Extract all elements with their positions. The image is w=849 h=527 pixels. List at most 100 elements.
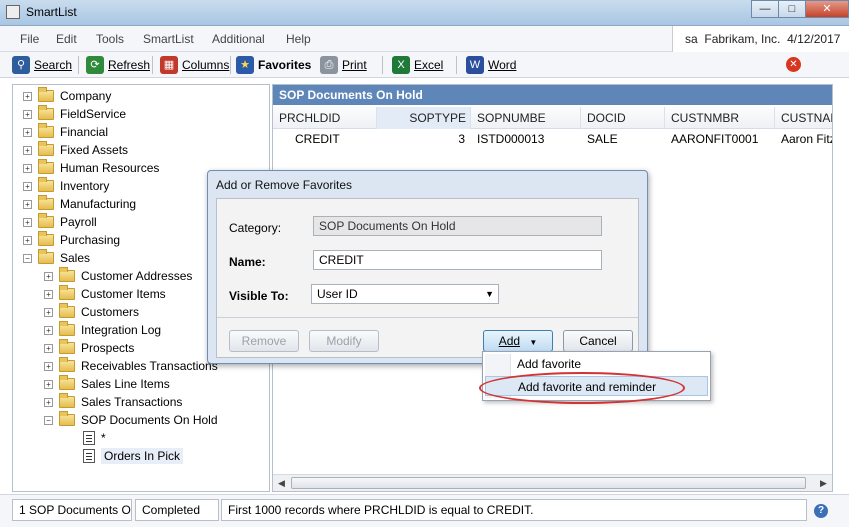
expand-icon[interactable]: + — [44, 343, 53, 353]
modify-button[interactable]: Modify — [309, 330, 379, 352]
scroll-left-icon[interactable]: ◀ — [273, 475, 290, 491]
tree-item-sales-transactions[interactable]: + Sales Transactions — [44, 393, 182, 411]
expand-icon[interactable]: + — [23, 163, 32, 173]
folder-icon — [38, 177, 54, 192]
column-header-docid[interactable]: DOCID — [581, 107, 665, 129]
tree-item-receivables-transactions[interactable]: + Receivables Transactions — [44, 357, 218, 375]
favorites-button[interactable]: ★ Favorites — [236, 56, 311, 74]
word-button[interactable]: W Word — [466, 56, 516, 74]
search-button[interactable]: ⚲ Search — [12, 56, 72, 74]
expand-icon[interactable]: + — [23, 145, 32, 155]
tree-item-payroll[interactable]: + Payroll — [23, 213, 97, 231]
expand-icon[interactable]: + — [23, 91, 32, 101]
expand-icon[interactable]: + — [44, 397, 53, 407]
menu-file[interactable]: File — [20, 32, 39, 46]
tree-item-company[interactable]: + Company — [23, 87, 111, 105]
tree-item-sales[interactable]: − Sales — [23, 249, 90, 267]
tree-item-financial[interactable]: + Financial — [23, 123, 108, 141]
folder-icon — [59, 393, 75, 408]
expand-icon[interactable]: + — [23, 199, 32, 209]
tree-item-default-favorite[interactable]: * — [83, 429, 106, 447]
expand-icon[interactable]: + — [23, 181, 32, 191]
column-header-soptype[interactable]: SOPTYPE — [377, 107, 471, 129]
column-header-custnam[interactable]: CUSTNAM — [775, 107, 832, 129]
tree-item-inventory[interactable]: + Inventory — [23, 177, 109, 195]
tree-item-orders-in-pick[interactable]: Orders In Pick — [83, 447, 184, 465]
menu-item-add-favorite[interactable]: Add favorite — [485, 354, 708, 374]
minimize-button[interactable]: — — [751, 0, 779, 18]
collapse-icon[interactable]: − — [23, 253, 32, 263]
visible-to-select[interactable]: User ID ▼ — [311, 284, 499, 304]
expand-icon[interactable]: + — [23, 127, 32, 137]
column-header-prchldid[interactable]: PRCHLDID — [273, 107, 377, 129]
help-icon[interactable]: ? — [814, 504, 828, 518]
scrollbar-thumb[interactable] — [291, 477, 806, 489]
expand-icon[interactable]: + — [44, 325, 53, 335]
maximize-button[interactable]: □ — [778, 0, 806, 18]
expand-icon[interactable]: + — [23, 109, 32, 119]
expand-icon[interactable]: + — [23, 217, 32, 227]
word-icon: W — [466, 56, 484, 74]
toolbar-separator — [230, 56, 231, 74]
folder-icon — [59, 357, 75, 372]
menu-tools[interactable]: Tools — [96, 32, 124, 46]
expand-icon[interactable]: + — [44, 271, 53, 281]
folder-icon — [38, 159, 54, 174]
menu-edit[interactable]: Edit — [56, 32, 77, 46]
collapse-icon[interactable]: − — [44, 415, 53, 425]
scroll-right-icon[interactable]: ▶ — [815, 475, 832, 491]
cell-sopnumbe: ISTD000013 — [477, 132, 545, 146]
folder-icon — [59, 375, 75, 390]
dialog-title: Add or Remove Favorites — [216, 178, 353, 192]
dialog-divider — [217, 317, 638, 318]
tree-item-customers[interactable]: + Customers — [44, 303, 139, 321]
stop-icon[interactable]: ✕ — [786, 57, 801, 72]
expand-icon[interactable]: + — [44, 379, 53, 389]
company-info[interactable]: sa Fabrikam, Inc. 4/12/2017 — [672, 26, 849, 52]
tree-item-purchasing[interactable]: + Purchasing — [23, 231, 120, 249]
name-field[interactable]: CREDIT — [313, 250, 602, 270]
horizontal-scrollbar[interactable]: ◀ ▶ — [273, 474, 832, 491]
close-window-button[interactable]: ✕ — [805, 0, 849, 18]
tree-item-fixed-assets[interactable]: + Fixed Assets — [23, 141, 128, 159]
menu-help[interactable]: Help — [286, 32, 311, 46]
excel-button[interactable]: X Excel — [392, 56, 443, 74]
tree-item-sop-documents-on-hold[interactable]: − SOP Documents On Hold — [44, 411, 218, 429]
columns-icon: ▦ — [160, 56, 178, 74]
name-label: Name: — [229, 255, 266, 269]
cell-custnmbr: AARONFIT0001 — [671, 132, 759, 146]
folder-icon — [38, 87, 54, 102]
table-row[interactable]: CREDIT 3 ISTD000013 SALE AARONFIT0001 Aa… — [273, 129, 832, 149]
excel-icon: X — [392, 56, 410, 74]
window-controls: — □ ✕ — [751, 0, 849, 18]
tree-item-manufacturing[interactable]: + Manufacturing — [23, 195, 136, 213]
print-button[interactable]: ⎙ Print — [320, 56, 367, 74]
clipboard-icon — [83, 431, 95, 445]
search-icon: ⚲ — [12, 56, 30, 74]
tree-item-human-resources[interactable]: + Human Resources — [23, 159, 159, 177]
refresh-button[interactable]: ⟳ Refresh — [86, 56, 150, 74]
tree-item-fieldservice[interactable]: + FieldService — [23, 105, 126, 123]
column-header-custnmbr[interactable]: CUSTNMBR — [665, 107, 775, 129]
tree-item-customer-items[interactable]: + Customer Items — [44, 285, 166, 303]
folder-icon — [38, 249, 54, 264]
title-bar: SmartList — □ ✕ — [0, 0, 849, 26]
expand-icon[interactable]: + — [44, 361, 53, 371]
menu-additional[interactable]: Additional — [212, 32, 265, 46]
add-button[interactable]: Add ▼ — [483, 330, 553, 352]
cancel-button[interactable]: Cancel — [563, 330, 633, 352]
columns-button[interactable]: ▦ Columns — [160, 56, 229, 74]
folder-icon — [59, 267, 75, 282]
expand-icon[interactable]: + — [44, 289, 53, 299]
tree-item-integration-log[interactable]: + Integration Log — [44, 321, 161, 339]
expand-icon[interactable]: + — [44, 307, 53, 317]
folder-icon — [59, 411, 75, 426]
cell-prchldid: CREDIT — [295, 132, 340, 146]
menu-smartlist[interactable]: SmartList — [143, 32, 194, 46]
tree-item-sales-line-items[interactable]: + Sales Line Items — [44, 375, 170, 393]
remove-button[interactable]: Remove — [229, 330, 299, 352]
column-header-sopnumbe[interactable]: SOPNUMBE — [471, 107, 581, 129]
tree-item-prospects[interactable]: + Prospects — [44, 339, 134, 357]
tree-item-customer-addresses[interactable]: + Customer Addresses — [44, 267, 192, 285]
expand-icon[interactable]: + — [23, 235, 32, 245]
